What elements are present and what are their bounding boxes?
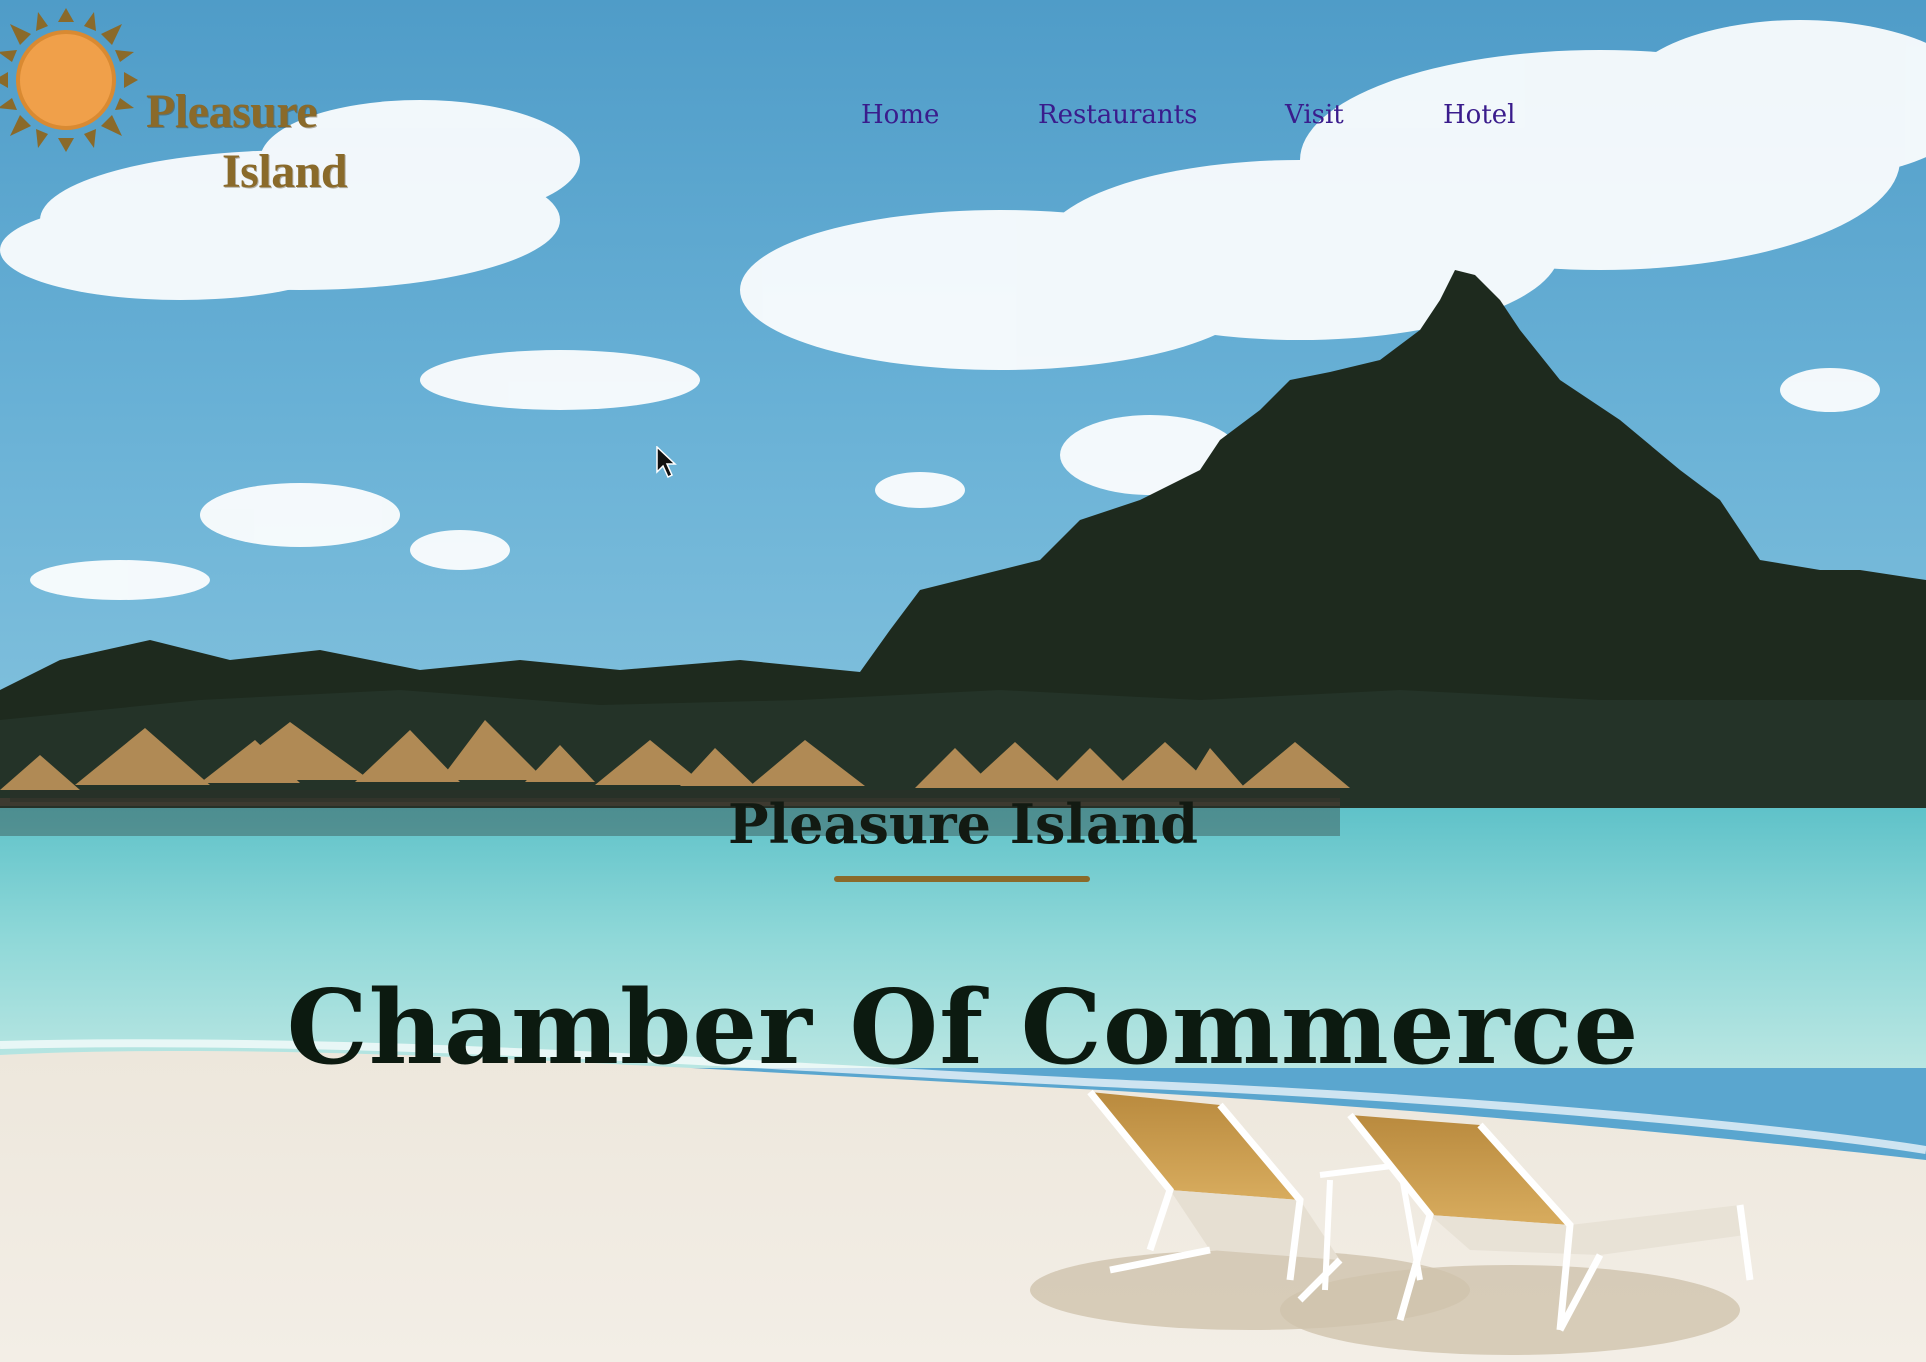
subtitle-underline: [834, 876, 1090, 882]
nav-link-restaurants[interactable]: Restaurants: [1038, 100, 1197, 130]
logo-text-line2: Island: [222, 145, 348, 198]
hero-subtitle: Pleasure Island: [728, 792, 1198, 856]
nav-link-visit[interactable]: Visit: [1285, 100, 1344, 130]
main-nav: Home Restaurants Visit Hotel: [0, 100, 1926, 140]
mouse-cursor-icon: [656, 446, 677, 479]
hero-background-image: [0, 0, 1926, 1362]
hero-title: Chamber Of Commerce: [286, 968, 1640, 1088]
nav-link-hotel[interactable]: Hotel: [1443, 100, 1515, 130]
nav-link-home[interactable]: Home: [861, 100, 939, 130]
